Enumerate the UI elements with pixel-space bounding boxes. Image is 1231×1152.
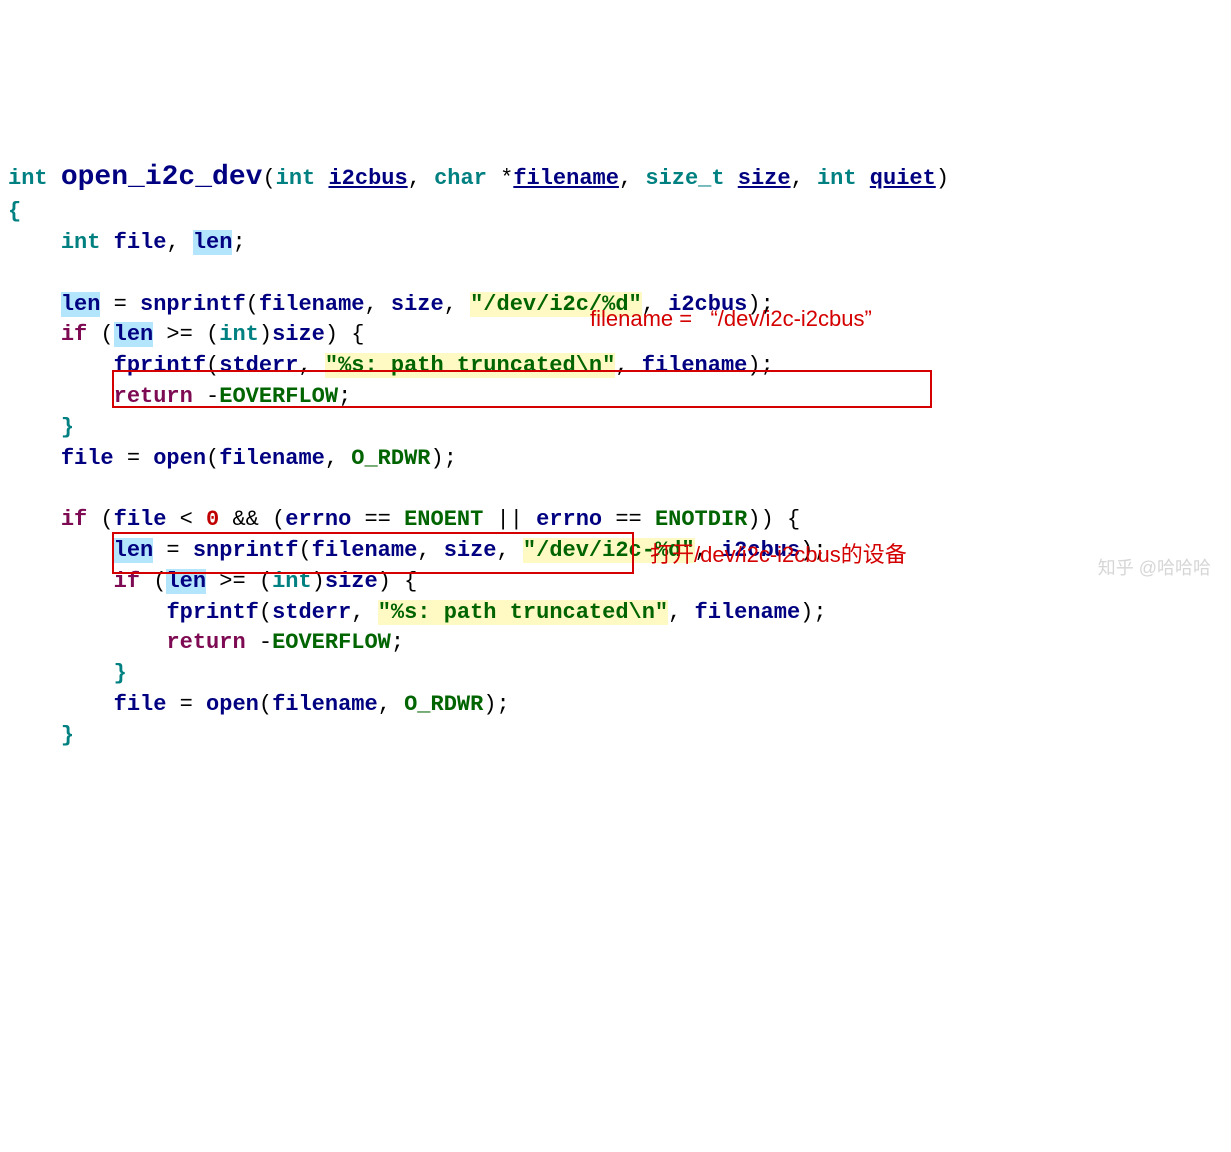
code-block: int open_i2c_dev(int i2cbus, char *filen… [8,127,1223,751]
brace-open: { [8,199,21,224]
param-quiet: quiet [870,166,936,191]
param-filename: filename [513,166,619,191]
watermark: 知乎 @哈哈哈 [1098,556,1211,581]
param-size: size [738,166,791,191]
annotation-filename: filename = “/dev/i2c-i2cbus” [590,304,872,335]
param-i2cbus: i2cbus [328,166,407,191]
var-len-decl: len [193,230,233,255]
annotation-open-device: 打开/dev/i2c-i2cbus的设备 [650,540,907,571]
return-type: int [8,166,48,191]
var-len: len [61,292,101,317]
function-name: open_i2c_dev [61,162,263,193]
